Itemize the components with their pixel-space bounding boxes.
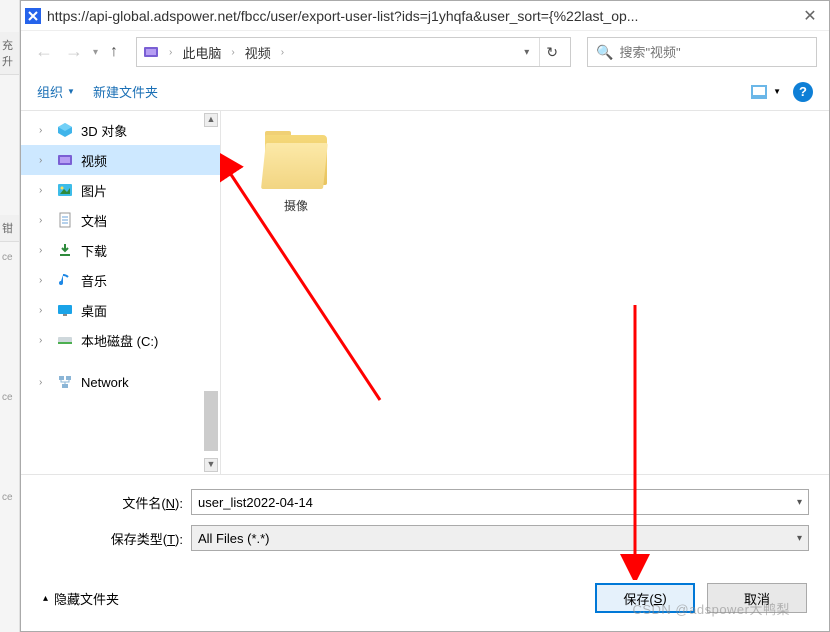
expand-icon[interactable]: › — [39, 335, 49, 346]
address-dropdown[interactable]: ▾ — [520, 43, 533, 62]
hide-folders-button[interactable]: ▴ 隐藏文件夹 — [43, 589, 119, 608]
sidebar-item-documents[interactable]: › 文档 — [21, 205, 220, 235]
save-button[interactable]: 保存(S) — [595, 583, 695, 613]
folder-icon — [261, 131, 331, 191]
expand-icon[interactable]: › — [39, 305, 49, 316]
caret-down-icon: ▴ — [43, 593, 48, 604]
filename-panel: 文件名(N): ▾ 保存类型(T): All Files (*.*) ▾ — [21, 474, 829, 569]
desktop-icon — [57, 302, 73, 318]
scroll-up-button[interactable]: ▲ — [204, 113, 218, 127]
chevron-right-icon[interactable]: › — [165, 47, 176, 58]
titlebar: https://api-global.adspower.net/fbcc/use… — [21, 1, 829, 31]
picture-icon — [57, 182, 73, 198]
chevron-down-icon: ▼ — [773, 87, 781, 96]
expand-icon[interactable]: › — [39, 185, 49, 196]
bg-text: 钳 — [0, 215, 19, 242]
dialog-footer: ▴ 隐藏文件夹 保存(S) 取消 — [21, 569, 829, 631]
nav-back-button[interactable]: ← — [33, 41, 55, 63]
breadcrumb-pc[interactable]: 此电脑 — [178, 41, 225, 64]
chevron-right-icon[interactable]: › — [227, 47, 238, 58]
nav-up-button[interactable]: ↑ — [110, 43, 118, 61]
3d-icon — [57, 122, 73, 138]
sidebar-item-label: 下载 — [81, 241, 107, 260]
chevron-down-icon[interactable]: ▾ — [791, 497, 802, 508]
sidebar-item-label: 文档 — [81, 211, 107, 230]
address-bar[interactable]: › 此电脑 › 视频 › ▾ ↻ — [136, 37, 571, 67]
search-box[interactable]: 🔍 — [587, 37, 817, 67]
navigation-pane: ▲ › 3D 对象 › 视频 › 图片 › — [21, 111, 221, 474]
help-button[interactable]: ? — [793, 82, 813, 102]
chevron-down-icon[interactable]: ▾ — [791, 533, 802, 544]
bg-text: 充升 — [0, 32, 19, 75]
organize-button[interactable]: 组织 ▼ — [37, 82, 75, 101]
window-title: https://api-global.adspower.net/fbcc/use… — [47, 8, 795, 24]
refresh-button[interactable]: ↻ — [539, 38, 564, 66]
sidebar-item-label: 3D 对象 — [81, 121, 127, 140]
folder-item[interactable]: 摄像 — [251, 131, 341, 214]
sidebar-item-network[interactable]: › Network — [21, 367, 220, 397]
close-button[interactable]: ✕ — [795, 6, 825, 26]
command-toolbar: 组织 ▼ 新建文件夹 ▼ ? — [21, 73, 829, 111]
sidebar-item-label: 本地磁盘 (C:) — [81, 331, 158, 350]
sidebar-item-localdisk[interactable]: › 本地磁盘 (C:) — [21, 325, 220, 355]
video-icon — [57, 152, 73, 168]
expand-icon[interactable]: › — [39, 245, 49, 256]
nav-history-dropdown[interactable]: ▾ — [93, 47, 98, 58]
sidebar-item-videos[interactable]: › 视频 — [21, 145, 220, 175]
breadcrumb-videos[interactable]: 视频 — [241, 41, 275, 64]
expand-icon[interactable]: › — [39, 125, 49, 136]
scrollbar-thumb[interactable] — [204, 391, 218, 451]
music-icon — [57, 272, 73, 288]
savetype-value: All Files (*.*) — [198, 531, 270, 546]
view-options-button[interactable]: ▼ — [751, 85, 781, 99]
sidebar-item-music[interactable]: › 音乐 — [21, 265, 220, 295]
savetype-field[interactable]: All Files (*.*) ▾ — [191, 525, 809, 551]
sidebar-item-pictures[interactable]: › 图片 — [21, 175, 220, 205]
cancel-button[interactable]: 取消 — [707, 583, 807, 613]
save-dialog: https://api-global.adspower.net/fbcc/use… — [20, 0, 830, 632]
expand-icon[interactable]: › — [39, 377, 49, 388]
background-left-strip: 充升 钳 ce ce ce — [0, 0, 20, 632]
file-view[interactable]: 摄像 — [221, 111, 829, 474]
sidebar-item-label: 视频 — [81, 151, 107, 170]
location-icon — [143, 44, 159, 60]
filename-input[interactable] — [198, 495, 791, 510]
expand-icon[interactable]: › — [39, 275, 49, 286]
expand-icon[interactable]: › — [39, 155, 49, 166]
chevron-down-icon: ▼ — [67, 87, 75, 96]
filename-label: 文件名(N): — [41, 493, 191, 512]
sidebar-item-label: 图片 — [81, 181, 107, 200]
sidebar-item-label: Network — [81, 375, 129, 390]
scroll-down-button[interactable]: ▼ — [204, 458, 218, 472]
network-icon — [57, 374, 73, 390]
sidebar-item-downloads[interactable]: › 下载 — [21, 235, 220, 265]
breadcrumb: › 此电脑 › 视频 › — [165, 41, 514, 64]
folder-label: 摄像 — [251, 197, 341, 214]
download-icon — [57, 242, 73, 258]
disk-icon — [57, 332, 73, 348]
savetype-label: 保存类型(T): — [41, 529, 191, 548]
app-icon — [25, 8, 41, 24]
search-icon: 🔍 — [596, 44, 613, 61]
new-folder-button[interactable]: 新建文件夹 — [93, 82, 158, 101]
nav-toolbar: ← → ▾ ↑ › 此电脑 › 视频 › ▾ ↻ 🔍 — [21, 31, 829, 73]
nav-forward-button[interactable]: → — [63, 41, 85, 63]
search-input[interactable] — [619, 45, 808, 60]
sidebar-item-3d[interactable]: › 3D 对象 — [21, 115, 220, 145]
document-icon — [57, 212, 73, 228]
sidebar-item-desktop[interactable]: › 桌面 — [21, 295, 220, 325]
chevron-right-icon[interactable]: › — [277, 47, 288, 58]
filename-field[interactable]: ▾ — [191, 489, 809, 515]
sidebar-item-label: 音乐 — [81, 271, 107, 290]
sidebar-item-label: 桌面 — [81, 301, 107, 320]
expand-icon[interactable]: › — [39, 215, 49, 226]
main-area: ▲ › 3D 对象 › 视频 › 图片 › — [21, 111, 829, 474]
